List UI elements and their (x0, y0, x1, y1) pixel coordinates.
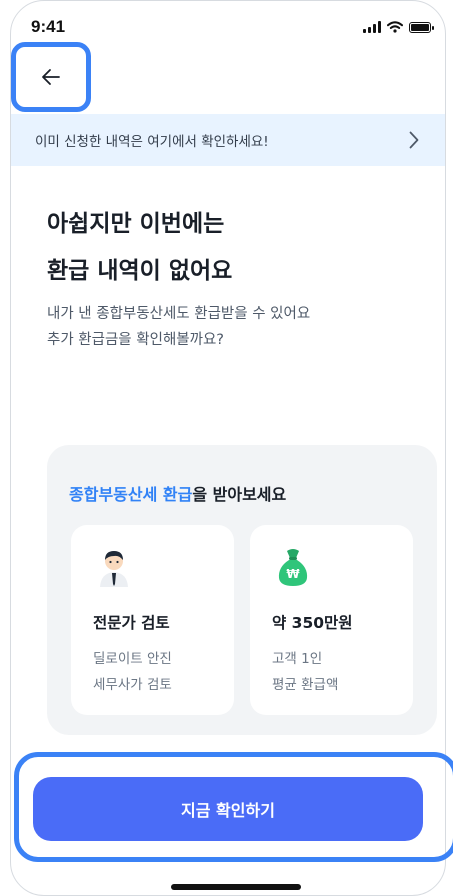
tile-detail-line-2: 평균 환급액 (272, 677, 339, 693)
money-bag-icon: ₩ (278, 549, 308, 586)
banner-text: 이미 신청한 내역은 여기에서 확인하세요! (35, 134, 269, 150)
tile-detail-line-1: 고객 1인 (272, 651, 323, 667)
cellular-signal-icon (363, 21, 381, 33)
page-title-line-1: 아쉽지만 이번에는 (47, 211, 225, 237)
battery-icon (409, 21, 434, 33)
back-arrow-icon (42, 69, 60, 85)
svg-text:₩: ₩ (286, 567, 300, 581)
status-bar: 9:41 (31, 15, 434, 39)
check-now-button[interactable]: 지금 확인하기 (33, 777, 423, 841)
tile-detail-line-2: 세무사가 검토 (93, 677, 172, 693)
tile-detail-line-1: 딜로이트 안진 (93, 651, 172, 667)
tile-title: 약 350만원 (272, 614, 353, 632)
page-title: 아쉽지만 이번에는 환급 내역이 없어요 (47, 201, 232, 295)
system-icons (363, 21, 434, 33)
expert-review-tile: 전문가 검토 딜로이트 안진 세무사가 검토 (71, 525, 234, 715)
wifi-icon (387, 21, 403, 33)
status-time: 9:41 (31, 17, 66, 36)
card-title-rest: 을 받아보세요 (192, 485, 287, 504)
description-line-1: 내가 낸 종합부동산세도 환급받을 수 있어요 (47, 306, 311, 322)
description-line-2: 추가 환급금을 확인해볼까요? (47, 332, 224, 348)
refund-info-card: 종합부동산세 환급을 받아보세요 전문가 검토 딜로이트 안진 세무사가 검토 … (47, 445, 437, 735)
tile-title: 전문가 검토 (93, 614, 170, 632)
card-title-highlight: 종합부동산세 환급 (69, 485, 193, 504)
average-refund-tile: ₩ 약 350만원 고객 1인 평균 환급액 (250, 525, 413, 715)
chevron-right-icon (409, 131, 419, 149)
applied-history-banner[interactable]: 이미 신청한 내역은 여기에서 확인하세요! (11, 114, 445, 166)
home-indicator (171, 884, 301, 890)
page-title-line-2: 환급 내역이 없어요 (47, 258, 233, 284)
card-title: 종합부동산세 환급을 받아보세요 (69, 481, 286, 505)
tax-expert-icon (100, 551, 128, 587)
page-description: 내가 낸 종합부동산세도 환급받을 수 있어요 추가 환급금을 확인해볼까요? (47, 301, 310, 353)
back-button[interactable] (11, 42, 91, 112)
